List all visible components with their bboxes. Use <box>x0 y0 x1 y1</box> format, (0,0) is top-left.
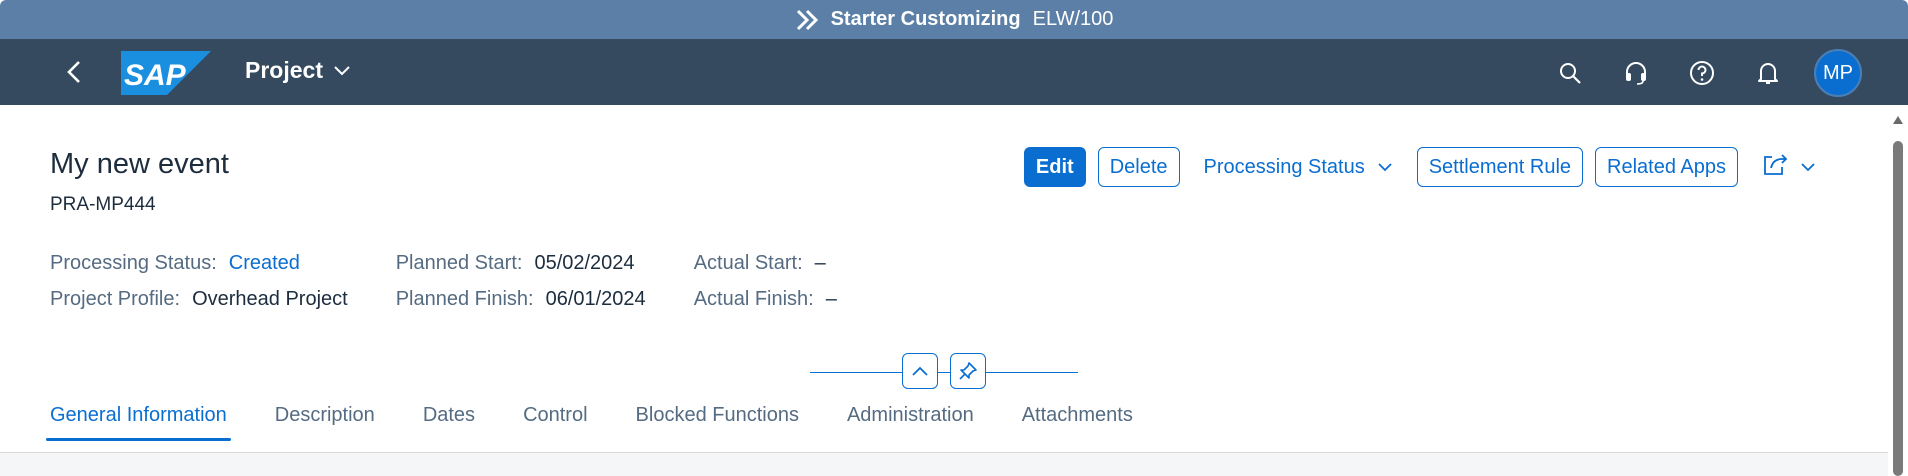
facet-planned-start: Planned Start: 05/02/2024 <box>396 252 646 275</box>
system-app-name: Starter Customizing <box>830 8 1021 30</box>
divider <box>810 372 902 373</box>
tab-control[interactable]: Control <box>523 404 587 441</box>
facet-project-profile: Project Profile: Overhead Project <box>50 288 348 311</box>
chevron-down-icon <box>1800 162 1816 172</box>
pin-header-button[interactable] <box>950 353 986 389</box>
chevron-down-icon <box>1377 162 1393 172</box>
facet-value: – <box>814 252 826 274</box>
back-button[interactable] <box>58 56 90 88</box>
header-collapse-bar <box>810 353 1078 393</box>
facet-label: Planned Start: <box>395 252 523 274</box>
facet-label: Actual Start: <box>693 252 803 274</box>
scroll-up-icon <box>1893 116 1903 124</box>
divider <box>986 372 1078 373</box>
facet-value: – <box>825 288 837 310</box>
settlement-rule-button[interactable]: Settlement Rule <box>1416 147 1584 187</box>
page-subtitle: PRA-MP444 <box>50 194 156 215</box>
facet-value: 06/01/2024 <box>545 288 646 310</box>
tab-general-information[interactable]: General Information <box>46 404 231 441</box>
facet-label: Actual Finish: <box>693 288 814 310</box>
chevron-up-icon <box>912 366 928 376</box>
vertical-scrollbar[interactable] <box>1888 105 1908 476</box>
section-content-area <box>0 452 1888 476</box>
share-menu-button[interactable] <box>1750 147 1828 187</box>
page-title: My new event <box>50 148 229 180</box>
processing-status-label: Processing Status <box>1203 155 1365 178</box>
facet-value: Overhead Project <box>192 288 348 310</box>
svg-text:SAP: SAP <box>124 59 187 92</box>
starter-customizing-icon <box>795 7 821 33</box>
tab-description[interactable]: Description <box>275 404 375 441</box>
facet-label: Processing Status: <box>50 252 217 274</box>
user-avatar[interactable]: MP <box>1814 49 1862 97</box>
facet-label: Planned Finish: <box>395 288 534 310</box>
shell-title-menu[interactable]: Project <box>245 57 351 84</box>
divider <box>938 372 950 373</box>
chevron-down-icon <box>334 65 350 75</box>
related-apps-button[interactable]: Related Apps <box>1595 147 1738 187</box>
processing-status-menu-button[interactable]: Processing Status <box>1191 147 1405 187</box>
help-icon[interactable] <box>1682 50 1722 96</box>
section-tabs: General Information Description Dates Co… <box>46 404 1133 441</box>
header-toolbar: Edit Delete Processing Status Settlement… <box>1023 147 1828 187</box>
collapse-header-button[interactable] <box>902 353 938 389</box>
facet-planned-finish: Planned Finish: 06/01/2024 <box>396 288 646 311</box>
chevron-left-icon <box>67 61 80 83</box>
facet-processing-status: Processing Status: Created <box>50 252 348 275</box>
headset-icon[interactable] <box>1616 50 1656 96</box>
pin-icon <box>959 362 977 380</box>
facet-label: Project Profile: <box>50 288 181 310</box>
shell-bar: SAP Project MP <box>0 39 1908 105</box>
shell-title: Project <box>245 57 323 83</box>
facet-actual-start: Actual Start: – <box>694 252 837 275</box>
scrollbar-thumb[interactable] <box>1893 141 1903 476</box>
bell-icon[interactable] <box>1748 50 1788 96</box>
facet-value: 05/02/2024 <box>534 252 635 274</box>
facet-actual-finish: Actual Finish: – <box>694 288 837 311</box>
tab-dates[interactable]: Dates <box>423 404 475 441</box>
sap-logo[interactable]: SAP <box>121 51 211 95</box>
tab-administration[interactable]: Administration <box>847 404 974 441</box>
edit-button[interactable]: Edit <box>1023 147 1086 187</box>
share-icon <box>1762 152 1788 182</box>
system-id: ELW/100 <box>1032 8 1114 30</box>
search-icon[interactable] <box>1550 50 1590 96</box>
header-facets: Processing Status: Created Project Profi… <box>50 252 837 311</box>
tab-attachments[interactable]: Attachments <box>1022 404 1133 441</box>
delete-button[interactable]: Delete <box>1097 147 1180 187</box>
tab-blocked-functions[interactable]: Blocked Functions <box>636 404 799 441</box>
processing-status-link[interactable]: Created <box>229 252 300 275</box>
system-bar: Starter Customizing ELW/100 <box>0 0 1908 39</box>
object-page: My new event PRA-MP444 Edit Delete Proce… <box>0 105 1888 476</box>
